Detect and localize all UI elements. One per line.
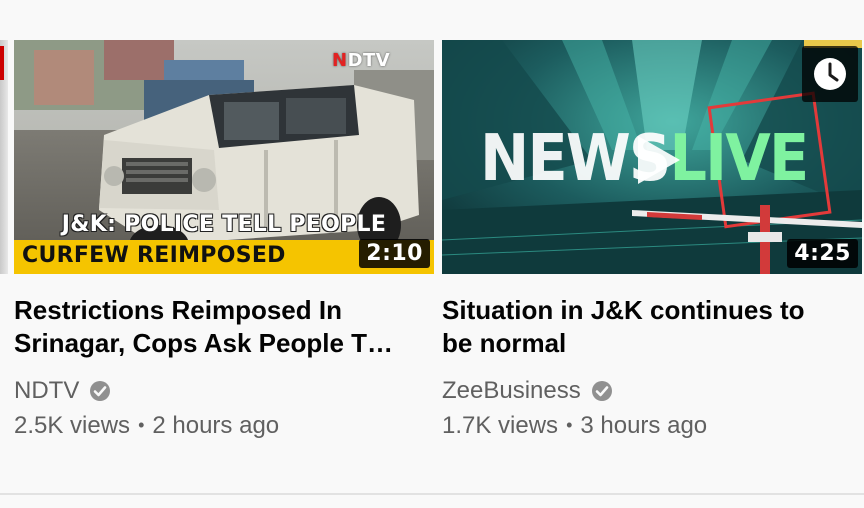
channel-name[interactable]: NDTV xyxy=(14,377,79,405)
upload-age: 3 hours ago xyxy=(580,412,708,439)
channel-row: ZeeBusiness xyxy=(442,376,862,406)
video-shelf: NDTV J&K: POLICE TELL PEOPLE CURFEW REIM… xyxy=(0,0,864,508)
video-title[interactable]: Restrictions Reimposed In Srinagar, Cops… xyxy=(14,294,414,360)
thumbnail-caption-line1: J&K: POLICE TELL PEOPLE xyxy=(61,212,387,237)
meta-separator: • xyxy=(138,415,145,435)
video-card[interactable]: NDTV J&K: POLICE TELL PEOPLE CURFEW REIM… xyxy=(14,40,434,442)
meta-separator: • xyxy=(566,415,573,435)
video-metadata: 2.5K views • 2 hours ago xyxy=(14,410,434,442)
previous-card-thumbnail-edge[interactable] xyxy=(0,40,8,274)
video-card[interactable]: NEWSLIVE 4:25 Situation in J&K continues… xyxy=(442,40,862,442)
play-icon[interactable] xyxy=(634,134,684,186)
duration-badge: 4:25 xyxy=(787,239,858,268)
view-count: 2.5K views xyxy=(14,412,131,439)
video-thumbnail[interactable]: NEWSLIVE 4:25 xyxy=(442,40,862,274)
ndtv-logo: NDTV xyxy=(332,50,391,71)
video-metadata: 1.7K views • 3 hours ago xyxy=(442,410,862,442)
verified-check-icon xyxy=(89,380,111,402)
section-divider xyxy=(0,493,864,495)
video-thumbnail[interactable]: NDTV J&K: POLICE TELL PEOPLE CURFEW REIM… xyxy=(14,40,434,274)
clock-icon[interactable] xyxy=(802,46,858,102)
channel-name[interactable]: ZeeBusiness xyxy=(442,377,581,405)
upload-age: 2 hours ago xyxy=(152,412,280,439)
duration-badge: 2:10 xyxy=(359,239,430,268)
channel-row: NDTV xyxy=(14,376,434,406)
video-title[interactable]: Situation in J&K continues to be normal xyxy=(442,294,842,360)
previous-card-red-mark xyxy=(0,46,4,80)
view-count: 1.7K views xyxy=(442,412,559,439)
verified-check-icon xyxy=(591,380,613,402)
thumbnail-caption-line2: CURFEW REIMPOSED xyxy=(22,243,286,268)
